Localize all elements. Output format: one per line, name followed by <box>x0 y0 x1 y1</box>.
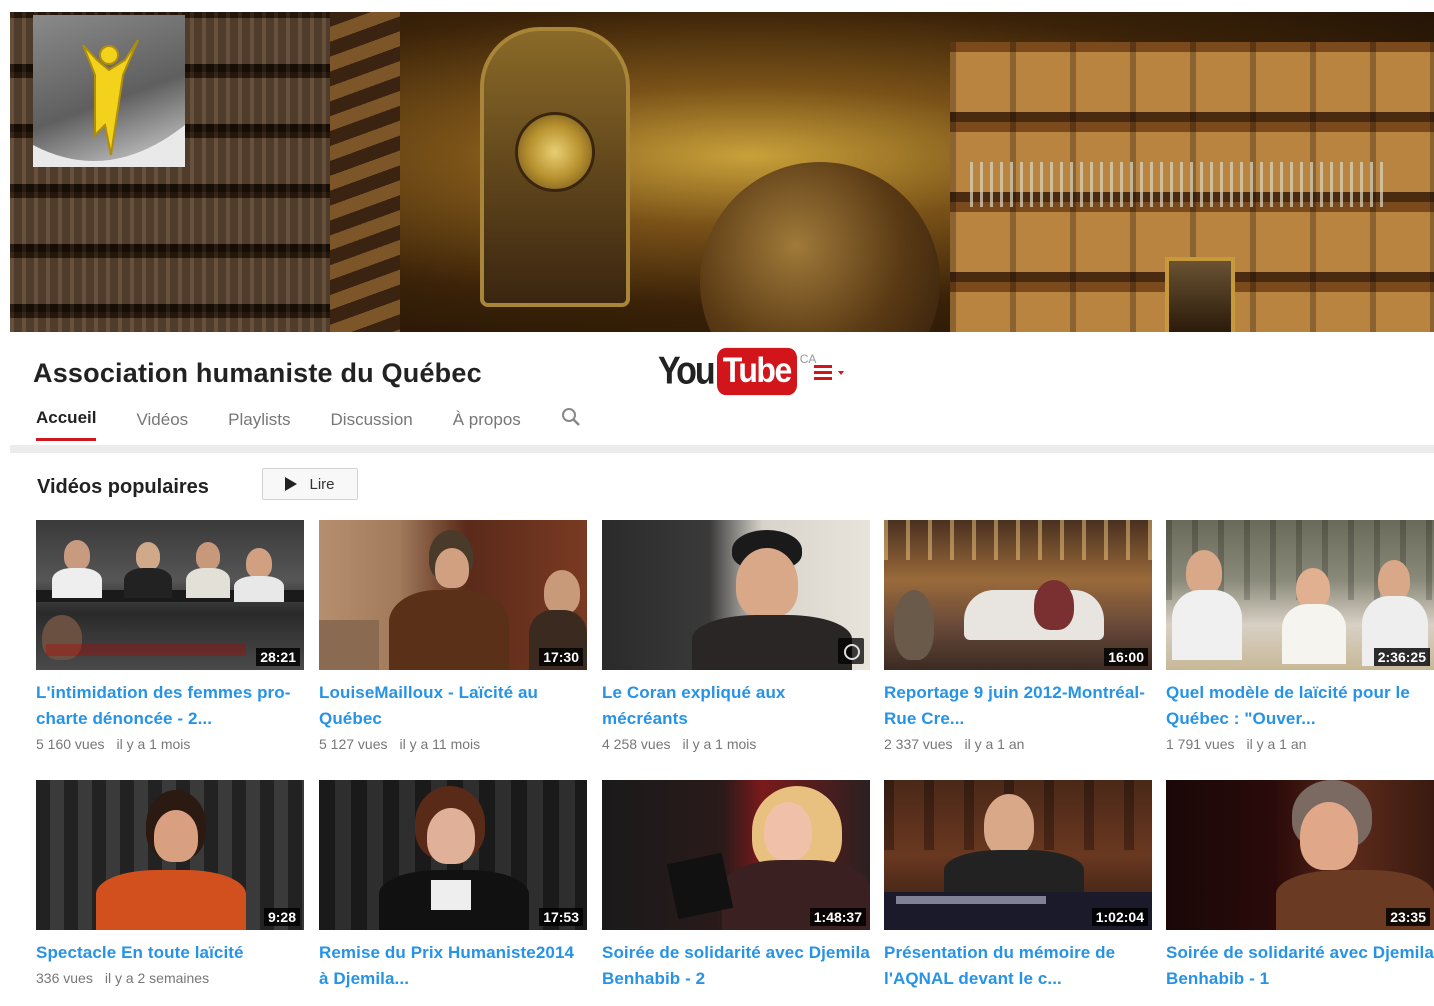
video-thumbnail[interactable]: 23:35 <box>1166 780 1434 930</box>
channel-title[interactable]: Association humaniste du Québec <box>33 358 482 389</box>
video-card[interactable]: Le Coran expliqué aux mécréants 4 258 vu… <box>602 520 870 752</box>
banner-clock-face <box>515 112 595 192</box>
video-duration: 17:30 <box>539 648 583 666</box>
banner-railing <box>970 162 1390 207</box>
video-age: il y a 2 semaines <box>104 970 210 986</box>
video-views: 2 337 vues <box>884 736 953 752</box>
youtube-logo[interactable]: You Tube CA <box>658 347 816 396</box>
header-divider <box>10 445 1434 453</box>
video-meta: 2 337 vues il y a 1 an <box>884 736 1152 752</box>
video-age: il y a 1 mois <box>682 736 757 752</box>
channel-header: Association humaniste du Québec You Tube… <box>10 332 1434 444</box>
humanist-logo-icon <box>33 39 185 167</box>
video-age: il y a 1 mois <box>116 736 191 752</box>
video-duration: 1:02:04 <box>1091 908 1148 926</box>
video-card[interactable]: 9:28 Spectacle En toute laïcité 336 vues… <box>36 780 304 986</box>
channel-banner <box>10 12 1434 332</box>
guide-menu-button[interactable] <box>814 362 846 391</box>
video-thumbnail[interactable]: 9:28 <box>36 780 304 930</box>
video-title[interactable]: Soirée de solidarité avec Djemila Benhab… <box>1166 940 1434 992</box>
video-age: il y a 1 an <box>964 736 1025 752</box>
youtube-logo-tube: Tube <box>716 347 797 396</box>
video-thumbnail[interactable]: 1:48:37 <box>602 780 870 930</box>
banner-globe <box>700 162 940 332</box>
video-duration: 2:36:25 <box>1373 648 1430 666</box>
video-title[interactable]: Reportage 9 juin 2012-Montréal-Rue Cre..… <box>884 680 1152 732</box>
video-title[interactable]: L'intimidation des femmes pro-charte dén… <box>36 680 304 732</box>
menu-icon <box>814 365 844 380</box>
video-thumbnail[interactable]: 16:00 <box>884 520 1152 670</box>
watch-later-icon[interactable] <box>838 638 864 664</box>
video-duration: 23:35 <box>1386 908 1430 926</box>
video-duration: 9:28 <box>263 908 300 926</box>
video-title[interactable]: Soirée de solidarité avec Djemila Benhab… <box>602 940 870 992</box>
video-card[interactable]: 28:21 L'intimidation des femmes pro-char… <box>36 520 304 752</box>
video-views: 336 vues <box>36 970 93 986</box>
video-thumbnail[interactable]: 1:02:04 <box>884 780 1152 930</box>
video-duration: 17:53 <box>539 908 583 926</box>
video-meta: 336 vues il y a 2 semaines <box>36 970 304 986</box>
banner-pillar <box>330 12 400 332</box>
video-card[interactable]: 1:48:37 Soirée de solidarité avec Djemil… <box>602 780 870 992</box>
video-views: 1 791 vues <box>1166 736 1235 752</box>
video-thumbnail[interactable]: 28:21 <box>36 520 304 670</box>
video-title[interactable]: Le Coran expliqué aux mécréants <box>602 680 870 732</box>
channel-search-icon[interactable] <box>561 407 581 432</box>
section-title[interactable]: Vidéos populaires <box>37 476 209 499</box>
video-title[interactable]: LouiseMailloux - Laïcité au Québec <box>319 680 587 732</box>
video-views: 5 160 vues <box>36 736 105 752</box>
video-thumbnail[interactable] <box>602 520 870 670</box>
video-thumbnail[interactable]: 17:30 <box>319 520 587 670</box>
tab-a-propos[interactable]: À propos <box>453 410 521 440</box>
video-card[interactable]: 23:35 Soirée de solidarité avec Djemila … <box>1166 780 1434 992</box>
play-all-label: Lire <box>309 475 335 493</box>
channel-avatar[interactable] <box>33 15 185 167</box>
video-duration: 28:21 <box>256 648 300 666</box>
video-card[interactable]: 16:00 Reportage 9 juin 2012-Montréal-Rue… <box>884 520 1152 752</box>
play-all-button[interactable]: Lire <box>262 468 358 500</box>
video-meta: 5 160 vues il y a 1 mois <box>36 736 304 752</box>
video-views: 5 127 vues <box>319 736 388 752</box>
video-meta: 1 791 vues il y a 1 an <box>1166 736 1434 752</box>
channel-tabs: Accueil Vidéos Playlists Discussion À pr… <box>36 408 581 441</box>
video-duration: 1:48:37 <box>809 908 866 926</box>
youtube-logo-you: You <box>658 349 716 393</box>
video-thumbnail[interactable]: 17:53 <box>319 780 587 930</box>
video-meta: 4 258 vues il y a 1 mois <box>602 736 870 752</box>
tab-playlists[interactable]: Playlists <box>228 410 290 440</box>
video-title[interactable]: Quel modèle de laïcité pour le Québec : … <box>1166 680 1434 732</box>
video-card[interactable]: 17:53 Remise du Prix Humaniste2014 à Dje… <box>319 780 587 992</box>
video-card[interactable]: 2:36:25 Quel modèle de laïcité pour le Q… <box>1166 520 1434 752</box>
banner-portrait <box>1165 257 1235 332</box>
video-age: il y a 1 an <box>1246 736 1307 752</box>
video-title[interactable]: Remise du Prix Humaniste2014 à Djemila..… <box>319 940 587 992</box>
video-views: 4 258 vues <box>602 736 671 752</box>
video-card[interactable]: 17:30 LouiseMailloux - Laïcité au Québec… <box>319 520 587 752</box>
video-title[interactable]: Présentation du mémoire de l'AQNAL devan… <box>884 940 1152 992</box>
play-icon <box>285 477 298 491</box>
tab-discussion[interactable]: Discussion <box>331 410 413 440</box>
tab-videos[interactable]: Vidéos <box>136 410 188 440</box>
video-duration: 16:00 <box>1104 648 1148 666</box>
video-meta: 5 127 vues il y a 11 mois <box>319 736 587 752</box>
tab-accueil[interactable]: Accueil <box>36 408 97 441</box>
video-card[interactable]: 1:02:04 Présentation du mémoire de l'AQN… <box>884 780 1152 992</box>
video-age: il y a 11 mois <box>399 736 481 752</box>
video-title[interactable]: Spectacle En toute laïcité <box>36 940 304 966</box>
video-thumbnail[interactable]: 2:36:25 <box>1166 520 1434 670</box>
